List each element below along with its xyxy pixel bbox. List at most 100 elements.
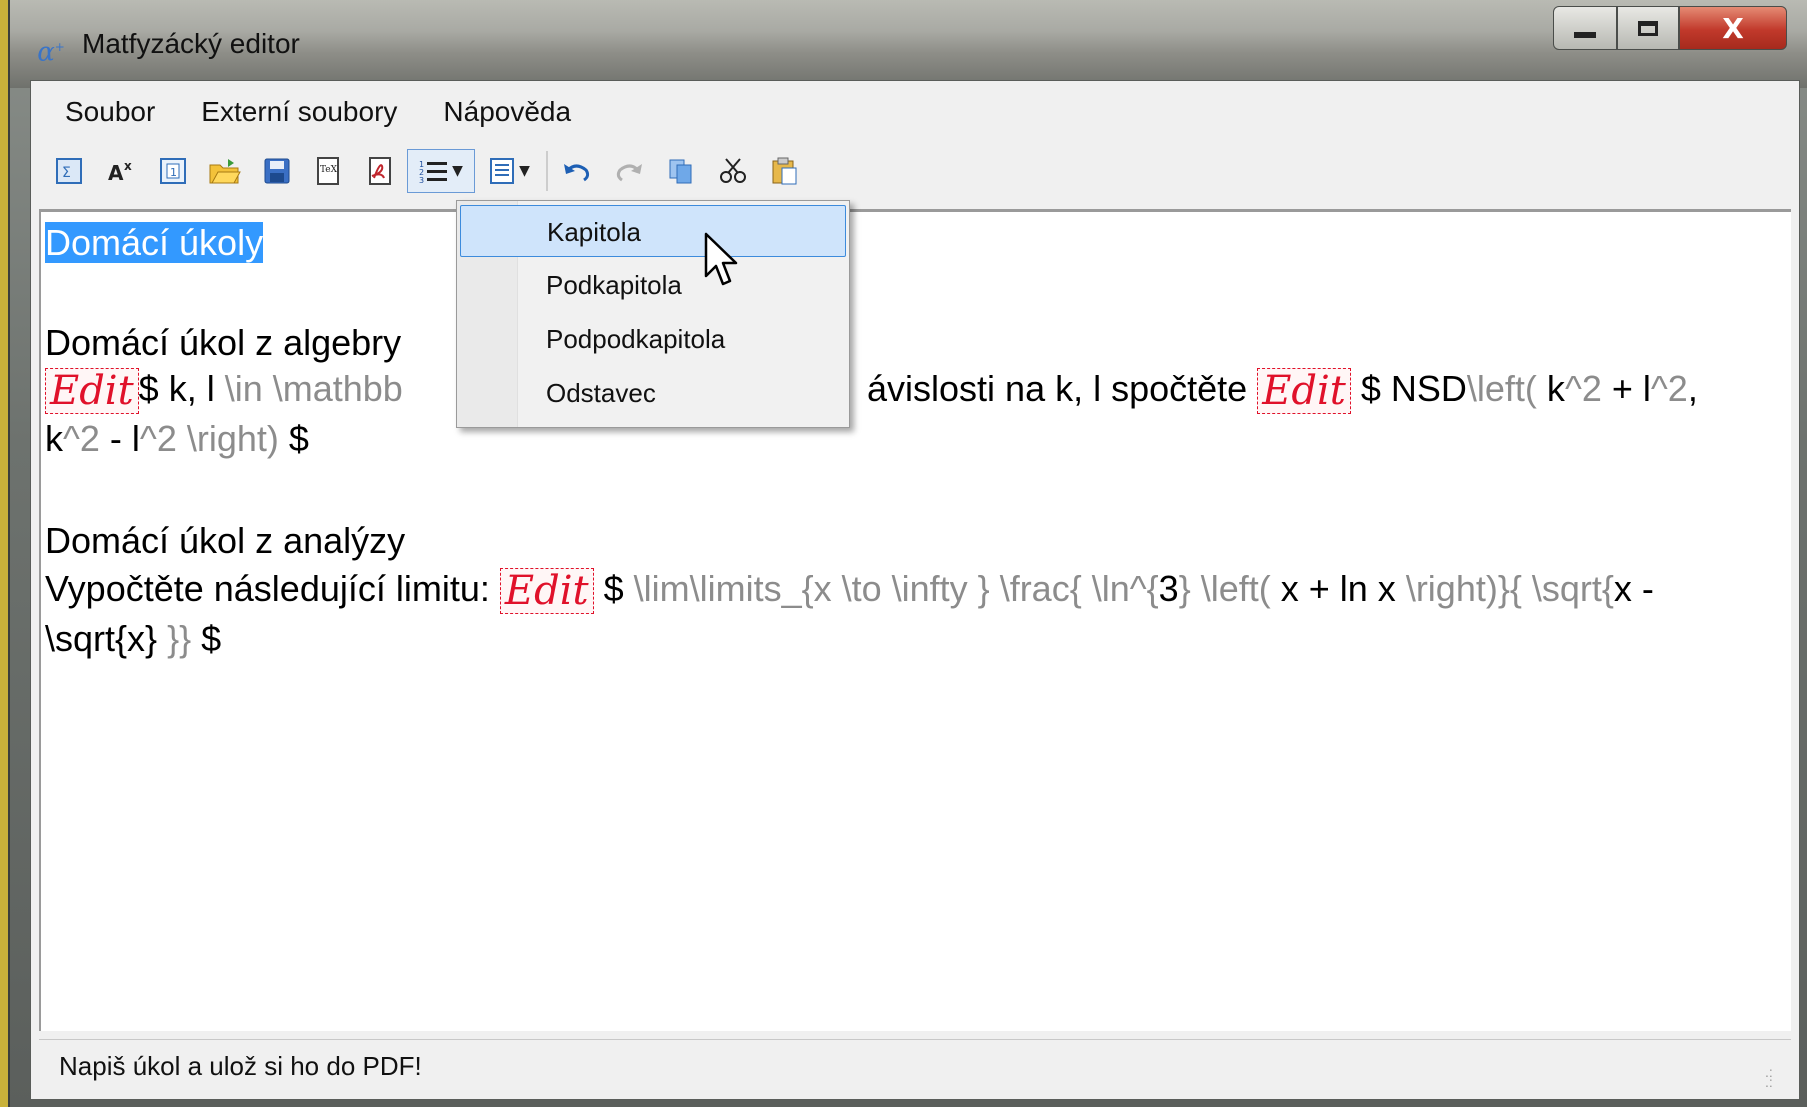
maximize-button[interactable] xyxy=(1617,6,1679,50)
minimize-button[interactable] xyxy=(1553,6,1617,50)
document-style-icon xyxy=(490,158,515,184)
window-title: Matfyzácký editor xyxy=(82,28,300,59)
svg-text:3: 3 xyxy=(419,176,424,184)
save-button[interactable] xyxy=(251,149,303,193)
analysis-formula-line: Vypočtěte následující limitu: Edit $ \li… xyxy=(45,568,1654,615)
menu-item-kapitola[interactable]: Kapitola xyxy=(460,205,846,257)
formula-text: x + ln x xyxy=(1270,568,1406,609)
latex-code: \left( xyxy=(1466,368,1537,409)
latex-code: \in \mathbb xyxy=(224,368,403,409)
formula-text: x - xyxy=(1613,568,1654,609)
tex-export-icon: TeX xyxy=(317,157,339,185)
analysis-formula-line-2: \sqrt{x} }} $ xyxy=(45,618,221,660)
formula-text: - l xyxy=(99,418,140,459)
latex-code: ^2 xyxy=(1650,368,1688,409)
latex-code: ^2 xyxy=(63,418,100,459)
caption-buttons: X xyxy=(1553,6,1787,54)
formula-text: Vypočtěte následující limitu: xyxy=(45,568,500,609)
maximize-icon xyxy=(1638,20,1658,36)
algebra-formula-line-2: k^2 - l^2 \right) $ xyxy=(45,418,309,460)
menu-item-podkapitola[interactable]: Podkapitola xyxy=(460,259,846,311)
insert-formula-button[interactable]: Σ xyxy=(43,149,95,193)
pdf-export-icon xyxy=(369,157,391,185)
selected-title-text: Domácí úkoly xyxy=(45,222,264,263)
close-icon: X xyxy=(1722,11,1744,45)
menu-bar: Soubor Externí soubory Nápověda xyxy=(31,81,1799,143)
svg-text:Σ: Σ xyxy=(62,165,71,181)
formula-text: \sqrt{x} xyxy=(45,618,158,659)
latex-code: }} xyxy=(157,618,192,659)
undo-button[interactable] xyxy=(551,149,603,193)
document-editor[interactable]: Domácí úkoly Domácí úkol z algebry Edit $… xyxy=(39,209,1791,1031)
status-bar: Napiš úkol a ulož si ho do PDF! .:.: xyxy=(39,1039,1791,1093)
open-folder-icon xyxy=(209,159,241,184)
menu-soubor[interactable]: Soubor xyxy=(65,96,155,128)
edit-formula-button[interactable]: Edit xyxy=(45,368,139,415)
menu-item-label: Podpodkapitola xyxy=(546,324,726,354)
algebra-heading: Domácí úkol z algebry xyxy=(45,322,402,363)
cut-button[interactable] xyxy=(707,149,759,193)
open-button[interactable] xyxy=(199,149,251,193)
app-window: α+ Matfyzácký editor X Soubor Externí so… xyxy=(8,0,1807,1107)
formula-text: $ xyxy=(278,418,309,459)
cut-icon xyxy=(720,158,746,183)
pdf-export-button[interactable] xyxy=(355,149,407,193)
formula-text: $ xyxy=(191,618,222,659)
numbered-list-dropdown-button[interactable]: 123 ▼ xyxy=(407,149,475,193)
formula-text: k xyxy=(45,418,63,459)
paste-button[interactable] xyxy=(759,149,811,193)
minimize-icon xyxy=(1574,32,1596,38)
menu-externi-soubory[interactable]: Externí soubory xyxy=(201,96,397,128)
chevron-down-icon: ▼ xyxy=(452,163,463,179)
toolbar-separator xyxy=(546,151,548,191)
toolbar: Σ Ax 1 TeX 123 ▼ ▼ xyxy=(43,147,811,195)
latex-code: } \left( xyxy=(1178,568,1271,609)
info-box-button[interactable]: 1 xyxy=(147,149,199,193)
formula-text: + l xyxy=(1601,368,1651,409)
formula-text: ávislosti na k, l spočtěte xyxy=(867,368,1258,409)
svg-text:TeX: TeX xyxy=(320,165,338,175)
formula-text: k xyxy=(1536,368,1565,409)
resize-grip-icon[interactable]: .:.: xyxy=(1765,1065,1785,1089)
edit-formula-button[interactable]: Edit xyxy=(499,568,594,615)
latex-code: \right)}{ \sqrt{ xyxy=(1405,568,1614,609)
copy-button[interactable] xyxy=(655,149,707,193)
latex-code: ^2 \right) xyxy=(139,418,279,459)
svg-text:A: A xyxy=(108,161,124,184)
menu-napoveda[interactable]: Nápověda xyxy=(443,96,571,128)
close-button[interactable]: X xyxy=(1679,6,1787,50)
algebra-formula-line-continued: ávislosti na k, l spočtěte Edit $ NSD\le… xyxy=(867,368,1698,415)
paste-icon xyxy=(772,157,797,185)
menu-item-odstavec[interactable]: Odstavec xyxy=(460,367,846,419)
heading-style-dropdown-menu: Kapitola Podkapitola Podpodkapitola Odst… xyxy=(456,200,850,428)
client-area: Soubor Externí soubory Nápověda Σ Ax 1 T… xyxy=(30,80,1800,1100)
document-style-dropdown-button[interactable]: ▼ xyxy=(475,149,543,193)
superscript-button[interactable]: Ax xyxy=(95,149,147,193)
document-title-line: Domácí úkoly xyxy=(45,222,264,264)
info-box-icon: 1 xyxy=(160,158,186,184)
mouse-pointer-icon xyxy=(704,232,738,286)
formula-text: $ NSD xyxy=(1350,368,1467,409)
tex-export-button[interactable]: TeX xyxy=(303,149,355,193)
latex-code: ^2 xyxy=(1564,368,1602,409)
redo-button[interactable] xyxy=(603,149,655,193)
superscript-icon: Ax xyxy=(108,159,132,184)
undo-icon xyxy=(564,164,590,182)
analysis-heading: Domácí úkol z analýzy xyxy=(45,520,406,561)
formula-text: $ k, l xyxy=(138,368,225,409)
edit-formula-button[interactable]: Edit xyxy=(1257,368,1351,415)
redo-icon xyxy=(616,164,642,182)
chevron-down-icon: ▼ xyxy=(519,163,530,179)
status-text: Napiš úkol a ulož si ho do PDF! xyxy=(59,1051,422,1081)
insert-formula-icon: Σ xyxy=(56,158,82,184)
menu-item-label: Odstavec xyxy=(546,378,656,408)
formula-text: , xyxy=(1687,368,1698,409)
svg-text:1: 1 xyxy=(170,166,177,179)
formula-text: 3 xyxy=(1158,568,1179,609)
copy-icon xyxy=(669,159,692,184)
title-bar[interactable]: α+ Matfyzácký editor X xyxy=(10,0,1807,88)
numbered-list-icon: 123 xyxy=(419,160,448,184)
menu-item-podpodkapitola[interactable]: Podpodkapitola xyxy=(460,313,846,365)
menu-item-label: Podkapitola xyxy=(546,270,682,300)
latex-code: \lim\limits_{x \to \infty } \frac{ \ln^{ xyxy=(633,568,1159,609)
